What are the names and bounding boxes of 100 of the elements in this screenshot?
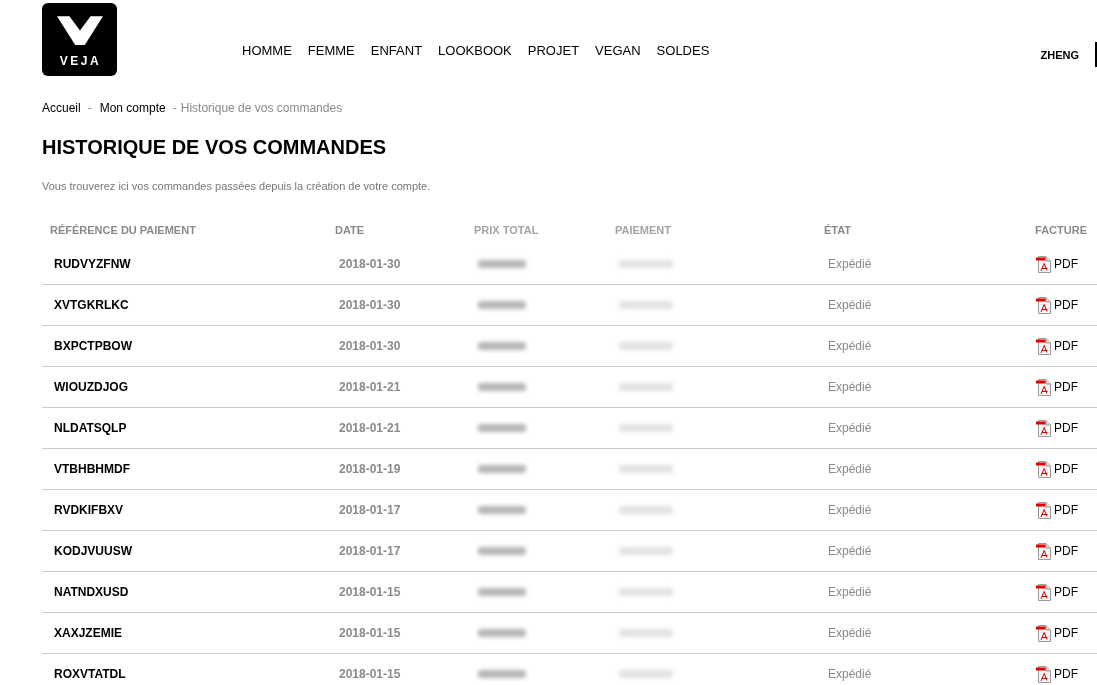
pdf-file-icon xyxy=(1036,419,1051,437)
blurred-value xyxy=(619,588,673,596)
payment-reference: RVDKIFBXV xyxy=(54,503,124,517)
order-status: Expédié xyxy=(828,298,872,312)
payment-reference: XAXJZEMIE xyxy=(54,626,122,640)
payment-reference: RUDVYZFNW xyxy=(54,257,131,271)
order-status: Expédié xyxy=(828,257,872,271)
account-link[interactable]: ZHENG xyxy=(1040,49,1079,62)
blurred-value xyxy=(619,301,673,309)
pdf-link[interactable]: PDF xyxy=(1036,542,1078,560)
pdf-file-icon xyxy=(1036,501,1051,519)
pdf-file-icon xyxy=(1036,624,1051,642)
order-date: 2018-01-15 xyxy=(339,585,401,599)
order-date: 2018-01-15 xyxy=(339,626,401,640)
pdf-file-icon xyxy=(1036,583,1051,601)
column-header: ÉTAT xyxy=(824,223,852,236)
pdf-file-icon xyxy=(1036,542,1051,560)
payment-reference: NATNDXUSD xyxy=(54,585,129,599)
logo[interactable]: VEJA xyxy=(42,3,117,76)
payment-reference: NLDATSQLP xyxy=(54,421,127,435)
blurred-value xyxy=(619,629,673,637)
blurred-value xyxy=(619,260,673,268)
pdf-link[interactable]: PDF xyxy=(1036,460,1078,478)
column-header: RÉFÉRENCE DU PAIEMENT xyxy=(50,223,196,236)
order-status: Expédié xyxy=(828,421,872,435)
blurred-value xyxy=(478,588,526,596)
order-status: Expédié xyxy=(828,380,872,394)
order-date: 2018-01-30 xyxy=(339,257,401,271)
blurred-value xyxy=(478,629,526,637)
order-status: Expédié xyxy=(828,503,872,517)
page-title: HISTORIQUE DE VOS COMMANDES xyxy=(42,135,387,159)
logo-text: VEJA xyxy=(58,54,102,68)
order-status: Expédié xyxy=(828,462,872,476)
payment-reference: BXPCTPBOW xyxy=(54,339,132,353)
intro-text: Vous trouverez ici vos commandes passées depuis la création de votre compte. xyxy=(42,179,431,193)
order-status: Expédié xyxy=(828,667,872,681)
nav-link[interactable]: PROJET xyxy=(527,43,580,59)
pdf-link[interactable]: PDF xyxy=(1036,255,1078,273)
payment-reference: KODJVUUSW xyxy=(54,544,132,558)
blurred-value xyxy=(478,465,526,473)
breadcrumb-link[interactable]: Mon compte xyxy=(99,100,166,116)
pdf-link[interactable]: PDF xyxy=(1036,624,1078,642)
nav-link[interactable]: SOLDES xyxy=(656,43,710,59)
blurred-value xyxy=(619,342,673,350)
pdf-link[interactable]: PDF xyxy=(1036,419,1078,437)
breadcrumb-separator: - xyxy=(87,100,92,116)
pdf-link[interactable]: PDF xyxy=(1036,501,1078,519)
blurred-value xyxy=(478,670,526,678)
blurred-value xyxy=(478,260,526,268)
order-date: 2018-01-30 xyxy=(339,339,401,353)
blurred-value xyxy=(478,301,526,309)
pdf-file-icon xyxy=(1036,296,1051,314)
order-date: 2018-01-17 xyxy=(339,503,401,517)
blurred-value xyxy=(478,383,526,391)
breadcrumb-current-page: Historique de vos commandes xyxy=(180,100,343,116)
pdf-file-icon xyxy=(1036,378,1051,396)
order-status: Expédié xyxy=(828,544,872,558)
pdf-link[interactable]: PDF xyxy=(1036,665,1078,683)
payment-reference: VTBHBHMDF xyxy=(54,462,130,476)
column-header: FACTURE xyxy=(1035,223,1087,236)
order-date: 2018-01-21 xyxy=(339,421,401,435)
blurred-value xyxy=(478,547,526,555)
nav-link[interactable]: FEMME xyxy=(307,43,355,59)
nav-link[interactable]: ENFANT xyxy=(370,43,423,59)
order-date: 2018-01-17 xyxy=(339,544,401,558)
order-status: Expédié xyxy=(828,585,872,599)
blurred-value xyxy=(478,342,526,350)
pdf-link[interactable]: PDF xyxy=(1036,337,1078,355)
pdf-file-icon xyxy=(1036,460,1051,478)
blurred-value xyxy=(619,465,673,473)
order-date: 2018-01-21 xyxy=(339,380,401,394)
nav-link[interactable]: LOOKBOOK xyxy=(438,43,512,59)
breadcrumb-separator: - xyxy=(172,100,177,116)
order-status: Expédié xyxy=(828,339,872,353)
breadcrumb-link[interactable]: Accueil xyxy=(42,100,81,116)
order-date: 2018-01-30 xyxy=(339,298,401,312)
blurred-value xyxy=(478,506,526,514)
pdf-file-icon xyxy=(1036,337,1051,355)
pdf-link[interactable]: PDF xyxy=(1036,378,1078,396)
order-date: 2018-01-19 xyxy=(339,462,401,476)
v-logo-icon xyxy=(56,16,103,45)
blurred-value xyxy=(619,424,673,432)
order-date: 2018-01-15 xyxy=(339,667,401,681)
nav-link[interactable]: VEGAN xyxy=(595,43,641,59)
pdf-link[interactable]: PDF xyxy=(1036,296,1078,314)
order-status: Expédié xyxy=(828,626,872,640)
payment-reference: XVTGKRLKC xyxy=(54,298,129,312)
blurred-value xyxy=(619,670,673,678)
blurred-value xyxy=(478,424,526,432)
pdf-file-icon xyxy=(1036,255,1051,273)
pdf-link[interactable]: PDF xyxy=(1036,583,1078,601)
column-header: DATE xyxy=(335,223,365,236)
payment-reference: ROXVTATDL xyxy=(54,667,126,681)
blurred-value xyxy=(619,506,673,514)
blurred-value xyxy=(619,547,673,555)
pdf-file-icon xyxy=(1036,665,1051,683)
column-header: PRIX TOTAL xyxy=(474,223,539,236)
nav-link[interactable]: HOMME xyxy=(242,43,292,59)
payment-reference: WIOUZDJOG xyxy=(54,380,128,394)
blurred-value xyxy=(619,383,673,391)
